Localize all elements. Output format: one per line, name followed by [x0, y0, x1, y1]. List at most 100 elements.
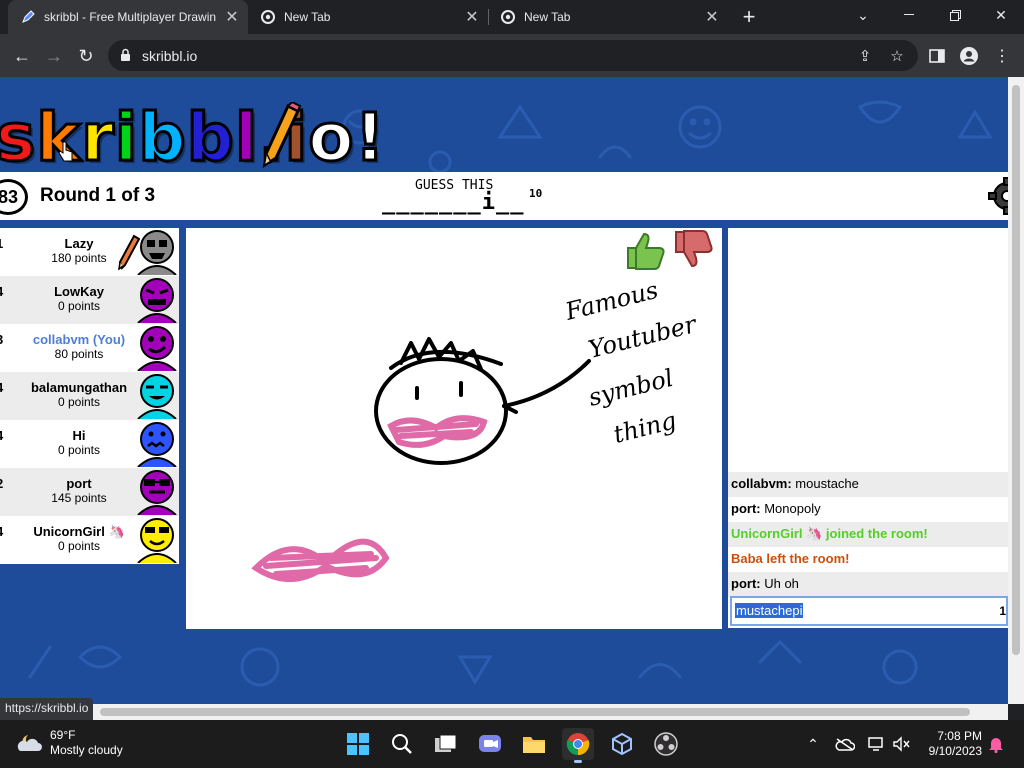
- player-points: 0 points: [57, 443, 101, 457]
- player-row-you[interactable]: 3 collabvm (You) 80 points: [0, 324, 179, 372]
- player-row[interactable]: 4 UnicornGirl 🦄 0 points: [0, 516, 179, 564]
- guess-input[interactable]: mustachepi 1: [730, 596, 1008, 626]
- player-name: UnicornGirl 🦄: [33, 524, 125, 539]
- logo-letter: b: [137, 98, 187, 178]
- task-view-icon[interactable]: [430, 728, 462, 760]
- weather-desc: Mostly cloudy: [50, 743, 123, 757]
- game-header-bar: 83 Round 1 of 3 GUESS THIS _______i__ 10: [0, 172, 1008, 220]
- annotation-line-2: Youtuber: [586, 310, 701, 364]
- weather-temp: 69°F: [50, 728, 76, 742]
- close-tab-icon[interactable]: ✕: [222, 7, 242, 27]
- chat-message-leave: Baba left the room!: [728, 547, 1008, 572]
- close-tab-icon[interactable]: ✕: [702, 7, 722, 27]
- file-explorer-icon[interactable]: [518, 728, 550, 760]
- player-row[interactable]: 4 balamungathan 0 points: [0, 372, 179, 420]
- logo-letter: s: [0, 98, 37, 178]
- logo-letter: !: [353, 98, 386, 178]
- bookmark-star-icon[interactable]: ☆: [888, 47, 906, 65]
- player-row[interactable]: 1 Lazy 180 points: [0, 228, 179, 276]
- player-rank: 2: [0, 476, 3, 491]
- thumbs-down-icon[interactable]: [672, 228, 716, 272]
- forward-icon[interactable]: →: [40, 42, 68, 70]
- reload-icon[interactable]: ↻: [72, 42, 100, 70]
- guess-char-counter: 1: [999, 604, 1006, 618]
- player-name: collabvm (You): [32, 332, 126, 347]
- system-clock[interactable]: 7:08 PM 9/10/2023: [918, 729, 982, 759]
- windows-taskbar: 69°F Mostly cloudy ⌃ 7:08 PM 9/10/2023: [0, 720, 1024, 768]
- close-tab-icon[interactable]: ✕: [462, 7, 482, 27]
- weather-widget[interactable]: 69°F Mostly cloudy: [14, 728, 123, 758]
- player-list: 1 Lazy 180 points 4 LowKay 0 points: [0, 228, 179, 564]
- player-avatar: [137, 422, 177, 467]
- vertical-scrollbar[interactable]: [1008, 77, 1024, 704]
- new-tab-button[interactable]: +: [737, 4, 761, 29]
- chat-author: port:: [731, 501, 761, 516]
- chat-text: UnicornGirl 🦄 joined the room!: [731, 526, 928, 541]
- minimize-icon[interactable]: [886, 0, 932, 30]
- chevron-up-icon[interactable]: ⌃: [803, 734, 823, 754]
- player-name: LowKay: [54, 284, 104, 299]
- status-link-preview: https://skribbl.io: [0, 698, 94, 720]
- tab-strip: skribbl - Free Multiplayer Drawin ✕ New …: [0, 0, 1024, 34]
- chat-messages: collabvm: moustache port: Monopoly Unico…: [728, 472, 1008, 597]
- logo-letter: i: [113, 98, 139, 178]
- player-row[interactable]: 2 port 145 points: [0, 468, 179, 516]
- share-icon[interactable]: ⇪: [856, 47, 874, 65]
- chrome-icon: [260, 9, 276, 25]
- player-name: Hi: [72, 428, 86, 443]
- windows-start-icon[interactable]: [342, 728, 374, 760]
- vertical-scroll-thumb[interactable]: [1012, 85, 1020, 655]
- chat-text: Monopoly: [760, 501, 821, 516]
- teams-chat-icon[interactable]: [474, 728, 506, 760]
- menu-icon[interactable]: ⋮: [991, 45, 1013, 67]
- player-avatar: [137, 278, 177, 323]
- restore-icon[interactable]: [932, 0, 978, 30]
- player-avatar: [137, 518, 177, 563]
- volume-muted-icon[interactable]: [892, 734, 912, 754]
- chat-text: Baba left the room!: [731, 551, 850, 566]
- horizontal-scroll-thumb[interactable]: [100, 708, 970, 716]
- settings-gear-icon[interactable]: [985, 176, 1008, 216]
- browser-toolbar: ← → ↻ skribbl.io ⇪ ☆ ⋮: [0, 34, 1024, 77]
- player-row[interactable]: 4 Hi 0 points: [0, 420, 179, 468]
- tab-new-tab-1[interactable]: New Tab ✕: [248, 0, 488, 34]
- player-avatar: [137, 374, 177, 419]
- player-points: 0 points: [57, 299, 101, 313]
- player-rank: 4: [0, 380, 3, 395]
- close-window-icon[interactable]: ✕: [978, 0, 1024, 30]
- clock-time: 7:08 PM: [937, 729, 982, 743]
- player-row[interactable]: 4 LowKay 0 points: [0, 276, 179, 324]
- player-name: balamungathan: [30, 380, 128, 395]
- round-indicator: Round 1 of 3: [40, 185, 156, 206]
- obs-icon[interactable]: [650, 728, 682, 760]
- chrome-taskbar-icon[interactable]: [562, 728, 594, 763]
- player-points: 0 points: [57, 539, 101, 553]
- thumbs-up-icon[interactable]: [624, 228, 668, 272]
- chat-message: port: Uh oh: [728, 572, 1008, 597]
- tab-title: New Tab: [524, 10, 571, 24]
- chat-text: moustache: [791, 476, 859, 491]
- search-icon[interactable]: [386, 728, 418, 760]
- player-avatar: [137, 470, 177, 515]
- tab-skribbl[interactable]: skribbl - Free Multiplayer Drawin ✕: [8, 0, 248, 34]
- drawing-canvas[interactable]: Famous Youtuber symbol thing: [186, 228, 722, 629]
- notification-bell-icon[interactable]: [986, 734, 1006, 754]
- chrome-icon: [500, 9, 516, 25]
- player-rank: 4: [0, 524, 3, 539]
- virtualbox-icon[interactable]: [606, 728, 638, 760]
- player-rank: 4: [0, 428, 3, 443]
- logo-letter: b: [185, 98, 235, 178]
- logo-letter: o: [307, 98, 355, 178]
- tab-new-tab-2[interactable]: New Tab ✕: [488, 0, 728, 34]
- hint-word-length: 10: [529, 187, 543, 200]
- clock-date: 9/10/2023: [928, 744, 982, 758]
- network-icon[interactable]: [867, 734, 887, 754]
- guess-input-value: mustachepi: [735, 603, 804, 618]
- back-icon[interactable]: ←: [8, 42, 36, 70]
- horizontal-scrollbar[interactable]: [0, 704, 1008, 720]
- address-bar[interactable]: skribbl.io ⇪ ☆: [108, 40, 918, 71]
- tab-search-icon[interactable]: ⌄: [840, 0, 886, 30]
- onedrive-cloud-icon[interactable]: [835, 734, 855, 754]
- side-panel-icon[interactable]: [926, 45, 948, 67]
- profile-icon[interactable]: [958, 45, 980, 67]
